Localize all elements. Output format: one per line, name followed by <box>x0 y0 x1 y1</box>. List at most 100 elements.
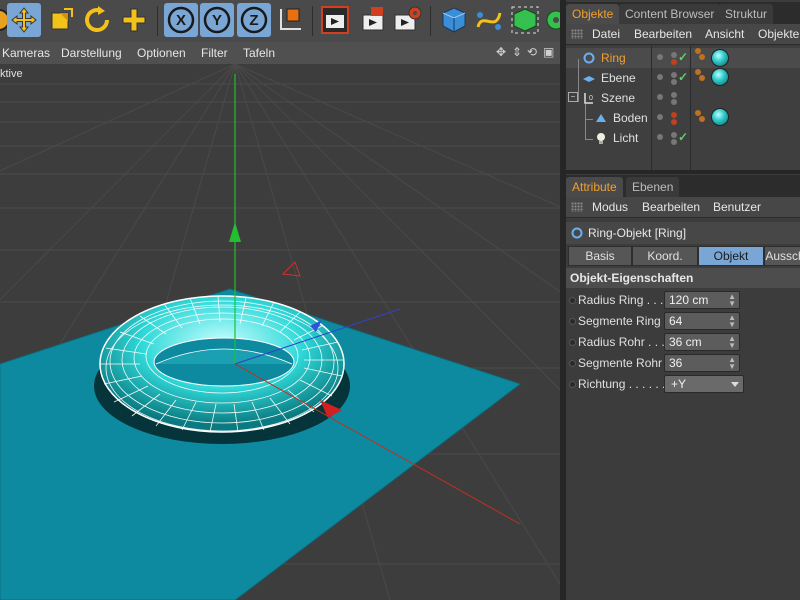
menu-optionen[interactable]: Optionen <box>137 46 186 60</box>
enabled-check-icon[interactable]: ✓ <box>678 130 688 144</box>
add-tool-icon[interactable] <box>117 3 151 37</box>
x-axis-lock-icon[interactable]: X <box>164 3 198 37</box>
render-picture-viewer-icon[interactable] <box>355 3 389 37</box>
editor-visibility-dot[interactable] <box>657 54 663 60</box>
editor-visibility-dot[interactable] <box>657 114 663 120</box>
richtung-dropdown[interactable]: +Y <box>664 375 744 393</box>
render-visibility-dot[interactable] <box>671 92 677 98</box>
property-label: Richtung . . . . . . <box>578 377 666 391</box>
material-tag-icon[interactable] <box>711 68 729 86</box>
menu-filter[interactable]: Filter <box>201 46 228 60</box>
tag-icon[interactable] <box>699 54 705 60</box>
field-value: 36 <box>669 356 683 370</box>
subtab-ausschnitt[interactable]: Aussch <box>764 246 800 266</box>
menu-datei[interactable]: Datei <box>592 27 620 41</box>
radius-rohr-input[interactable]: 36 cm ▲ ▼ <box>664 333 740 351</box>
menu-tafeln[interactable]: Tafeln <box>243 46 275 60</box>
tab-struktur[interactable]: Struktur <box>719 4 774 24</box>
render-visibility-dot[interactable] <box>671 72 677 78</box>
pan-view-icon[interactable]: ✥ <box>496 45 506 59</box>
object-row-szene[interactable]: − 0 Szene <box>566 88 800 108</box>
radius-ring-input[interactable]: 120 cm ▲ ▼ <box>664 291 740 309</box>
render-visibility-dot[interactable] <box>671 79 677 85</box>
scale-tool-icon[interactable] <box>44 3 78 37</box>
tab-content-browser[interactable]: Content Browser <box>619 4 721 24</box>
tag-icon[interactable] <box>695 110 701 116</box>
menu-ansicht[interactable]: Ansicht <box>705 27 744 41</box>
menu-bearbeiten[interactable]: Bearbeiten <box>634 27 692 41</box>
enabled-check-icon[interactable]: ✓ <box>678 50 688 64</box>
tag-icon[interactable] <box>699 116 705 122</box>
tag-icon[interactable] <box>695 69 701 75</box>
stepper-arrows-icon[interactable]: ▲ ▼ <box>728 314 736 329</box>
cube-primitive-icon[interactable] <box>437 3 471 37</box>
menu-darstellung[interactable]: Darstellung <box>61 46 122 60</box>
z-axis-lock-icon[interactable]: Z <box>237 3 271 37</box>
coordinate-system-icon[interactable] <box>273 3 307 37</box>
orbit-view-icon[interactable]: ⟲ <box>527 45 537 59</box>
animate-keyframe-bullet[interactable] <box>569 297 576 304</box>
editor-visibility-dot[interactable] <box>657 94 663 100</box>
menu-modus[interactable]: Modus <box>592 200 628 214</box>
nurbs-generator-icon[interactable] <box>508 3 542 37</box>
viewport-scene <box>0 64 562 600</box>
svg-text:Z: Z <box>249 12 258 29</box>
spline-icon[interactable] <box>472 3 506 37</box>
tab-objekte[interactable]: Objekte <box>566 4 620 24</box>
rotate-tool-icon[interactable] <box>80 3 114 37</box>
segmente-rohr-input[interactable]: 36 ▲ ▼ <box>664 354 740 372</box>
stepper-arrows-icon[interactable]: ▲ ▼ <box>728 293 736 308</box>
enabled-check-icon[interactable]: ✓ <box>678 70 688 84</box>
tag-icon[interactable] <box>699 75 705 81</box>
segmente-ring-input[interactable]: 64 ▲ ▼ <box>664 312 740 330</box>
menu-bearbeiten[interactable]: Bearbeiten <box>642 200 700 214</box>
menu-objekte[interactable]: Objekte <box>758 27 799 41</box>
editor-visibility-dot[interactable] <box>657 134 663 140</box>
material-tag-icon[interactable] <box>711 108 729 126</box>
move-tool-icon[interactable] <box>7 3 41 37</box>
panel-grip-icon[interactable] <box>571 202 583 212</box>
render-visibility-dot[interactable] <box>671 139 677 145</box>
render-visibility-dot[interactable] <box>671 112 677 118</box>
object-row-boden[interactable]: Boden <box>566 108 800 128</box>
render-visibility-dot[interactable] <box>671 99 677 105</box>
render-settings-icon[interactable] <box>391 3 425 37</box>
menu-benutzer[interactable]: Benutzer <box>713 200 761 214</box>
animate-keyframe-bullet[interactable] <box>569 381 576 388</box>
y-axis-lock-icon[interactable]: Y <box>200 3 234 37</box>
modeling-icon[interactable] <box>542 3 562 37</box>
subtab-koord[interactable]: Koord. <box>632 246 698 266</box>
3d-viewport[interactable]: ktive <box>0 64 562 600</box>
editor-visibility-dot[interactable] <box>657 74 663 80</box>
section-title: Objekt-Eigenschaften <box>570 271 694 285</box>
material-tag-icon[interactable] <box>711 49 729 67</box>
subtab-objekt[interactable]: Objekt <box>698 246 764 266</box>
stepper-arrows-icon[interactable]: ▲ ▼ <box>728 335 736 350</box>
attribute-object-header: Ring-Objekt [Ring] <box>566 222 800 244</box>
tab-ebenen[interactable]: Ebenen <box>626 177 680 197</box>
panel-splitter-horizontal[interactable] <box>566 170 800 174</box>
stepper-arrows-icon[interactable]: ▲ ▼ <box>728 356 736 371</box>
zoom-view-icon[interactable]: ⇕ <box>512 45 522 59</box>
viewport-menu-bar: Kameras Darstellung Optionen Filter Tafe… <box>0 42 562 65</box>
render-visibility-dot[interactable] <box>671 132 677 138</box>
object-name: Licht <box>613 131 639 145</box>
render-view-icon[interactable] <box>318 3 352 37</box>
panel-grip-icon[interactable] <box>571 29 583 39</box>
field-value: 36 cm <box>669 335 702 349</box>
tag-icon[interactable] <box>695 48 701 54</box>
menu-kameras[interactable]: Kameras <box>2 46 50 60</box>
animate-keyframe-bullet[interactable] <box>569 339 576 346</box>
torus-ring-object[interactable] <box>99 295 345 433</box>
render-visibility-dot[interactable] <box>671 59 677 65</box>
subtab-basis[interactable]: Basis <box>568 246 632 266</box>
property-richtung: Richtung . . . . . . +Y <box>566 374 800 395</box>
render-visibility-dot[interactable] <box>671 119 677 125</box>
collapse-toggle-icon[interactable]: − <box>568 92 578 102</box>
animate-keyframe-bullet[interactable] <box>569 318 576 325</box>
render-visibility-dot[interactable] <box>671 52 677 58</box>
tab-attribute[interactable]: Attribute <box>566 177 623 197</box>
main-toolbar: X Y Z <box>0 0 562 43</box>
animate-keyframe-bullet[interactable] <box>569 360 576 367</box>
maximize-view-icon[interactable]: ▣ <box>543 45 554 59</box>
